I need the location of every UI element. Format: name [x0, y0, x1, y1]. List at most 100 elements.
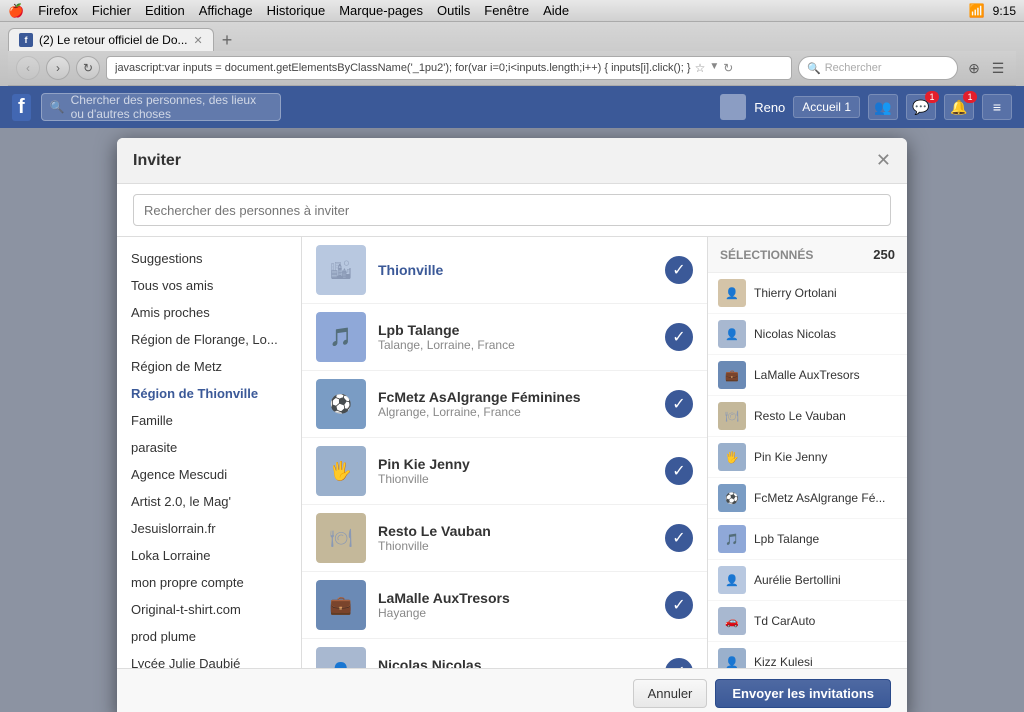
menu-outils[interactable]: Outils	[437, 3, 470, 18]
invite-modal: Inviter ✕ Suggestions Tous vos amis Amis…	[117, 138, 907, 712]
apple-menu[interactable]: 🍎	[8, 3, 24, 19]
settings-icon: ≡	[993, 99, 1001, 115]
selected-item[interactable]: 🖐 Pin Kie Jenny	[708, 437, 907, 478]
list-item-check[interactable]: ✓	[665, 323, 693, 351]
list-item-check[interactable]: ✓	[665, 457, 693, 485]
sidebar-item-parasite[interactable]: parasite	[117, 434, 301, 461]
notifs-badge: 1	[963, 91, 977, 103]
list-item[interactable]: 🏙 Thionville ✓	[302, 237, 707, 304]
selected-item-name: Resto Le Vauban	[754, 409, 846, 423]
sidebar-item-prod[interactable]: prod plume	[117, 623, 301, 650]
menu-historique[interactable]: Historique	[267, 3, 326, 18]
list-item[interactable]: ⚽ FcMetz AsAlgrange Féminines Algrange, …	[302, 371, 707, 438]
sidebar-item-mescudi[interactable]: Agence Mescudi	[117, 461, 301, 488]
menu-affichage[interactable]: Affichage	[199, 3, 253, 18]
tab-close-button[interactable]: ✕	[194, 34, 203, 47]
selected-item-avatar: 👤	[718, 566, 746, 594]
list-item-check[interactable]: ✓	[665, 390, 693, 418]
list-item-avatar: 🏙	[316, 245, 366, 295]
list-item-check[interactable]: ✓	[665, 256, 693, 284]
invite-search-input[interactable]	[133, 194, 891, 226]
browser-tab-active[interactable]: f (2) Le retour officiel de Do... ✕	[8, 28, 214, 51]
notifications-icon-button[interactable]: 🔔 1	[944, 94, 974, 120]
sidebar-item-artist[interactable]: Artist 2.0, le Mag'	[117, 488, 301, 515]
address-text: javascript:var inputs = document.getElem…	[115, 62, 691, 74]
sidebar-item-famille[interactable]: Famille	[117, 407, 301, 434]
selected-item-name: Thierry Ortolani	[754, 286, 837, 300]
list-item-name: Thionville	[378, 262, 665, 278]
refresh-icon[interactable]: ↻	[723, 61, 733, 75]
menu-fichier[interactable]: Fichier	[92, 3, 131, 18]
modal-close-button[interactable]: ✕	[876, 150, 891, 171]
selected-item[interactable]: 👤 Thierry Ortolani	[708, 273, 907, 314]
selected-item[interactable]: 💼 LaMalle AuxTresors	[708, 355, 907, 396]
sidebar-item-propre[interactable]: mon propre compte	[117, 569, 301, 596]
selected-item[interactable]: 🚗 Td CarAuto	[708, 601, 907, 642]
sidebar-item-amis-proches[interactable]: Amis proches	[117, 299, 301, 326]
clock: 9:15	[993, 4, 1016, 18]
selected-item[interactable]: 👤 Kizz Kulesi	[708, 642, 907, 668]
menu-firefox[interactable]: Firefox	[38, 3, 78, 18]
list-item-sub: Algrange, Lorraine, France	[378, 405, 665, 419]
messages-badge: 1	[925, 91, 939, 103]
menu-marquepages[interactable]: Marque-pages	[339, 3, 423, 18]
reload-icon: ↻	[83, 61, 93, 75]
selected-item-name: Lpb Talange	[754, 532, 819, 546]
list-item[interactable]: 🖐 Pin Kie Jenny Thionville ✓	[302, 438, 707, 505]
wifi-icon: 📶	[968, 3, 984, 19]
accueil-button[interactable]: Accueil 1	[793, 96, 860, 118]
sidebar-item-tous-amis[interactable]: Tous vos amis	[117, 272, 301, 299]
dropdown-arrow-icon[interactable]: ▼	[709, 61, 719, 75]
reload-button[interactable]: ↻	[76, 56, 100, 80]
sidebar-item-lycee[interactable]: Lycée Julie Daubié	[117, 650, 301, 668]
selected-item[interactable]: 👤 Aurélie Bertollini	[708, 560, 907, 601]
selected-item-name: Aurélie Bertollini	[754, 573, 841, 587]
sidebar-item-suggestions[interactable]: Suggestions	[117, 245, 301, 272]
messages-icon-button[interactable]: 💬 1	[906, 94, 936, 120]
mac-menubar: 🍎 Firefox Fichier Edition Affichage Hist…	[0, 0, 1024, 22]
friends-icon-button[interactable]: 👥	[868, 94, 898, 120]
list-item[interactable]: 👤 Nicolas Nicolas Thionville ✓	[302, 639, 707, 668]
selected-item[interactable]: 🍽 Resto Le Vauban	[708, 396, 907, 437]
back-button[interactable]: ‹	[16, 56, 40, 80]
modal-sidebar: Suggestions Tous vos amis Amis proches R…	[117, 237, 302, 668]
facebook-search-bar[interactable]: 🔍 Chercher des personnes, des lieux ou d…	[41, 93, 281, 121]
friends-icon: 👥	[874, 99, 891, 116]
list-item-avatar: ⚽	[316, 379, 366, 429]
selected-item[interactable]: ⚽ FcMetz AsAlgrange Fé...	[708, 478, 907, 519]
toolbar-icon-2[interactable]: ☰	[988, 58, 1008, 78]
send-invitations-button[interactable]: Envoyer les invitations	[715, 679, 891, 708]
page-content: Inviter ✕ Suggestions Tous vos amis Amis…	[0, 128, 1024, 712]
sidebar-item-original[interactable]: Original-t-shirt.com	[117, 596, 301, 623]
modal-search-area	[117, 184, 907, 237]
list-item-name: Resto Le Vauban	[378, 523, 665, 539]
sidebar-item-loka[interactable]: Loka Lorraine	[117, 542, 301, 569]
sidebar-item-thionville[interactable]: Région de Thionville	[117, 380, 301, 407]
list-item[interactable]: 💼 LaMalle AuxTresors Hayange ✓	[302, 572, 707, 639]
sidebar-item-florange[interactable]: Région de Florange, Lo...	[117, 326, 301, 353]
cancel-button[interactable]: Annuler	[633, 679, 708, 708]
menu-fenetre[interactable]: Fenêtre	[484, 3, 529, 18]
selected-item[interactable]: 👤 Nicolas Nicolas	[708, 314, 907, 355]
sidebar-item-metz[interactable]: Région de Metz	[117, 353, 301, 380]
sidebar-item-jesuislorrain[interactable]: Jesuislorrain.fr	[117, 515, 301, 542]
list-item-check[interactable]: ✓	[665, 524, 693, 552]
selected-item[interactable]: 🎵 Lpb Talange	[708, 519, 907, 560]
user-name[interactable]: Reno	[754, 100, 785, 115]
menu-aide[interactable]: Aide	[543, 3, 569, 18]
address-bar[interactable]: javascript:var inputs = document.getElem…	[106, 56, 792, 80]
list-item[interactable]: 🎵 Lpb Talange Talange, Lorraine, France …	[302, 304, 707, 371]
bookmark-icon[interactable]: ☆	[695, 61, 706, 75]
settings-icon-button[interactable]: ≡	[982, 94, 1012, 120]
new-tab-button[interactable]: +	[216, 30, 239, 51]
list-item-check[interactable]: ✓	[665, 658, 693, 668]
browser-search-bar[interactable]: 🔍 Rechercher	[798, 56, 958, 80]
list-item[interactable]: 🍽 Resto Le Vauban Thionville ✓	[302, 505, 707, 572]
modal-selected-panel: SÉLECTIONNÉS 250 👤 Thierry Ortolani 👤 Ni…	[707, 237, 907, 668]
back-icon: ‹	[26, 61, 30, 75]
selected-item-avatar: 👤	[718, 279, 746, 307]
list-item-check[interactable]: ✓	[665, 591, 693, 619]
forward-button[interactable]: ›	[46, 56, 70, 80]
menu-edition[interactable]: Edition	[145, 3, 185, 18]
toolbar-icon-1[interactable]: ⊕	[964, 58, 984, 78]
